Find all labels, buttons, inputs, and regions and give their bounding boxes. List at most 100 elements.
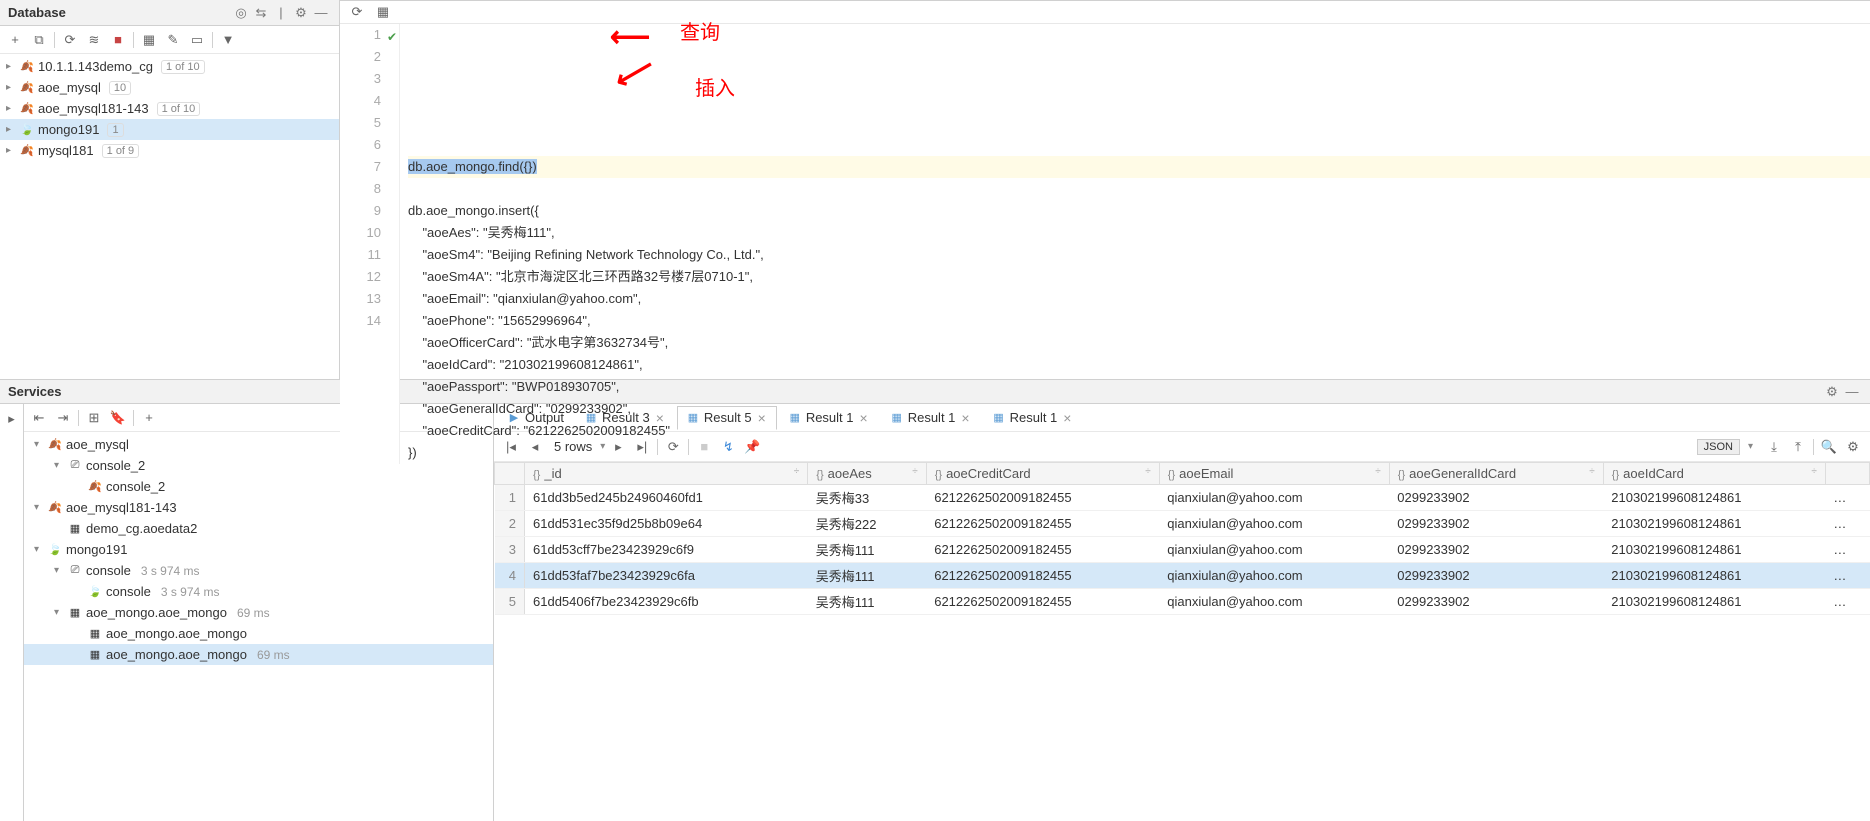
expand-icon[interactable]: ▸ <box>1 408 23 430</box>
code-line[interactable]: "aoeIdCard": "210302199608124861", <box>408 354 1870 376</box>
db-item-label: aoe_mysql181-143 <box>38 101 149 116</box>
cell[interactable]: 0299233902 <box>1389 511 1603 537</box>
table-row[interactable]: 561dd5406f7be23423929c6fb吴秀梅111621226250… <box>495 589 1870 615</box>
copy-icon[interactable]: ⧉ <box>28 29 50 51</box>
cell[interactable]: 61dd3b5ed245b24960460fd1 <box>525 485 808 511</box>
cell[interactable]: qianxiulan@yahoo.com <box>1159 537 1389 563</box>
service-item[interactable]: ▦aoe_mongo.aoe_mongo69 ms <box>24 644 493 665</box>
add-icon[interactable]: + <box>4 29 26 51</box>
collapse-all-icon[interactable]: ⇤ <box>28 407 50 429</box>
group-icon[interactable]: ⊞ <box>83 407 105 429</box>
column-header[interactable]: {}aoeCreditCard÷ <box>926 463 1159 485</box>
code-line[interactable]: db.aoe_mongo.find({}) <box>408 156 1870 178</box>
service-label: aoe_mongo.aoe_mongo <box>106 626 247 641</box>
target-icon[interactable]: ◎ <box>231 3 251 23</box>
cell[interactable]: 吴秀梅33 <box>808 485 926 511</box>
service-item[interactable]: ▾▦aoe_mongo.aoe_mongo69 ms <box>24 602 493 623</box>
db-item-aoe_mysql[interactable]: ▸🍂aoe_mysql10 <box>0 77 339 98</box>
service-label: console_2 <box>86 458 145 473</box>
code-line[interactable] <box>408 178 1870 200</box>
service-item[interactable]: ▾⎚console3 s 974 ms <box>24 560 493 581</box>
service-icon: ▦ <box>68 606 82 620</box>
cell[interactable]: 6212262502009182455 <box>926 589 1159 615</box>
cell[interactable]: 210302199608124861 <box>1603 511 1825 537</box>
code-line[interactable]: "aoeEmail": "qianxiulan@yahoo.com", <box>408 288 1870 310</box>
refresh-icon[interactable]: ⟳ <box>346 1 368 23</box>
code-line[interactable]: "aoePassport": "BWP018930705", <box>408 376 1870 398</box>
cell[interactable]: 吴秀梅111 <box>808 589 926 615</box>
cell[interactable]: 0299233902 <box>1389 589 1603 615</box>
cell[interactable]: 61dd5406f7be23423929c6fb <box>525 589 808 615</box>
cell[interactable]: 6212262502009182455 <box>926 563 1159 589</box>
filter-icon[interactable]: ▼ <box>217 29 239 51</box>
service-item[interactable]: 🍂console_2 <box>24 476 493 497</box>
code-line[interactable]: "aoeAes": "吴秀梅111", <box>408 222 1870 244</box>
table-row[interactable]: 261dd531ec35f9d25b8b09e64吴秀梅222621226250… <box>495 511 1870 537</box>
stop-icon[interactable]: ■ <box>107 29 129 51</box>
code-line[interactable]: "aoeOfficerCard": "武水电字第3632734号", <box>408 332 1870 354</box>
add-icon[interactable]: + <box>138 407 160 429</box>
cell[interactable]: 210302199608124861 <box>1603 485 1825 511</box>
cell[interactable]: 61dd53faf7be23423929c6fa <box>525 563 808 589</box>
filter-icon[interactable]: 🔖 <box>107 407 129 429</box>
cell[interactable]: 6212262502009182455 <box>926 485 1159 511</box>
db-item-mongo191[interactable]: ▸🍃mongo1911 <box>0 119 339 140</box>
service-item[interactable]: ▦aoe_mongo.aoe_mongo <box>24 623 493 644</box>
cell[interactable]: 6212262502009182455 <box>926 537 1159 563</box>
column-header[interactable]: {}aoeIdCard÷ <box>1603 463 1825 485</box>
column-header[interactable]: {}aoeAes÷ <box>808 463 926 485</box>
collapse-icon[interactable]: ⇆ <box>251 3 271 23</box>
code-line[interactable]: "aoePhone": "15652996964", <box>408 310 1870 332</box>
service-label: aoe_mongo.aoe_mongo <box>106 647 247 662</box>
db-item-count: 1 <box>107 123 123 137</box>
cell[interactable]: qianxiulan@yahoo.com <box>1159 511 1389 537</box>
cell[interactable]: qianxiulan@yahoo.com <box>1159 589 1389 615</box>
cell[interactable]: 6212262502009182455 <box>926 511 1159 537</box>
service-item[interactable]: ▾🍃mongo191 <box>24 539 493 560</box>
code-line[interactable]: "aoeSm4A": "北京市海淀区北三环西路32号楼7层0710-1", <box>408 266 1870 288</box>
cell[interactable]: 吴秀梅111 <box>808 563 926 589</box>
cell[interactable]: 61dd531ec35f9d25b8b09e64 <box>525 511 808 537</box>
minimize-icon[interactable]: — <box>311 3 331 23</box>
cell[interactable]: 210302199608124861 <box>1603 537 1825 563</box>
result-table[interactable]: {}_id÷{}aoeAes÷{}aoeCreditCard÷{}aoeEmai… <box>494 462 1870 821</box>
cell[interactable]: 吴秀梅222 <box>808 511 926 537</box>
expand-all-icon[interactable]: ⇥ <box>52 407 74 429</box>
code-line[interactable]: db.aoe_mongo.insert({ <box>408 200 1870 222</box>
cell[interactable]: qianxiulan@yahoo.com <box>1159 485 1389 511</box>
code-line[interactable]: "aoeCreditCard": "6212262502009182455" <box>408 420 1870 442</box>
cell[interactable]: 0299233902 <box>1389 485 1603 511</box>
console-icon[interactable]: ▭ <box>186 29 208 51</box>
cell[interactable]: 61dd53cff7be23423929c6f9 <box>525 537 808 563</box>
edit-icon[interactable]: ✎ <box>162 29 184 51</box>
code-editor[interactable]: ✔1234567891011121314 ⟵ 查询 ⟵ 插入 db.aoe_mo… <box>340 24 1870 464</box>
table-row[interactable]: 461dd53faf7be23423929c6fa吴秀梅111621226250… <box>495 563 1870 589</box>
table-row[interactable]: 161dd3b5ed245b24960460fd1吴秀梅336212262502… <box>495 485 1870 511</box>
cell[interactable]: 210302199608124861 <box>1603 563 1825 589</box>
gear-icon[interactable]: ⚙ <box>291 3 311 23</box>
db-item-aoe_mysql181-143[interactable]: ▸🍂aoe_mysql181-1431 of 10 <box>0 98 339 119</box>
refresh-icon[interactable]: ⟳ <box>59 29 81 51</box>
service-icon: ▦ <box>68 522 82 536</box>
cell[interactable]: 吴秀梅111 <box>808 537 926 563</box>
sync-icon[interactable]: ≋ <box>83 29 105 51</box>
db-item-10.1.1.143demo_cg[interactable]: ▸🍂10.1.1.143demo_cg1 of 10 <box>0 56 339 77</box>
cell[interactable]: qianxiulan@yahoo.com <box>1159 563 1389 589</box>
table-row[interactable]: 361dd53cff7be23423929c6f9吴秀梅111621226250… <box>495 537 1870 563</box>
code-line[interactable]: "aoeSm4": "Beijing Refining Network Tech… <box>408 244 1870 266</box>
column-header[interactable]: {}aoeEmail÷ <box>1159 463 1389 485</box>
service-item[interactable]: ▦demo_cg.aoedata2 <box>24 518 493 539</box>
column-header[interactable]: {}aoeGeneralIdCard÷ <box>1389 463 1603 485</box>
code-line[interactable]: }) <box>408 442 1870 464</box>
cell[interactable]: 210302199608124861 <box>1603 589 1825 615</box>
service-item[interactable]: 🍃console3 s 974 ms <box>24 581 493 602</box>
service-item[interactable]: ▾🍂aoe_mysql181-143 <box>24 497 493 518</box>
cell[interactable]: 0299233902 <box>1389 563 1603 589</box>
cell[interactable]: 0299233902 <box>1389 537 1603 563</box>
table-icon[interactable]: ▦ <box>138 29 160 51</box>
code-line[interactable]: "aoeGeneralIdCard": "0299233902", <box>408 398 1870 420</box>
db-item-mysql181[interactable]: ▸🍂mysql1811 of 9 <box>0 140 339 161</box>
db-item-count: 1 of 10 <box>157 102 201 116</box>
column-header[interactable]: {}_id÷ <box>525 463 808 485</box>
grid-icon[interactable]: ▦ <box>372 1 394 23</box>
